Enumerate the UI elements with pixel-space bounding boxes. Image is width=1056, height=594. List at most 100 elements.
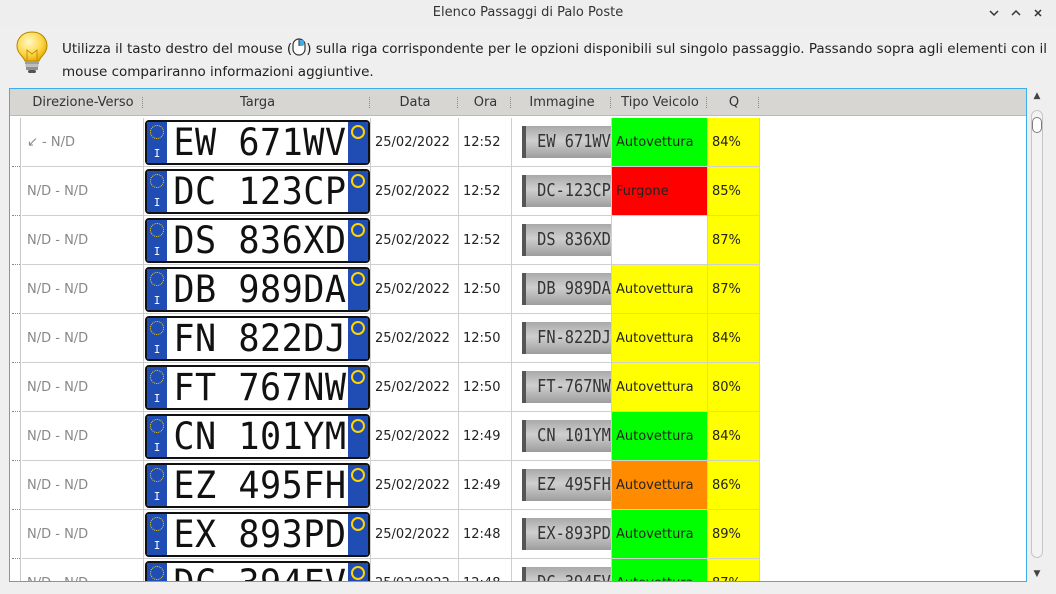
row-gutter (10, 412, 21, 461)
eu-band: I (147, 122, 167, 163)
eu-band: I (147, 563, 167, 581)
eu-band: I (147, 269, 167, 310)
plate-crop-image[interactable]: CN 101YM (522, 420, 611, 452)
year-circle-icon (351, 174, 365, 188)
country-code: I (153, 392, 161, 405)
table-row[interactable]: N/D - N/DI DC 394FV 25/02/202212:48 DC 394F… (10, 559, 1026, 581)
plate-crop-image[interactable]: DC-123CP (522, 175, 611, 207)
vertical-scrollbar[interactable]: ▲ ▼ (1028, 88, 1046, 584)
date-cell: 25/02/2022 (371, 167, 459, 216)
license-plate: I DB 989DA (145, 267, 370, 312)
image-cell: DB 989DA (512, 265, 612, 314)
plate-crop-image[interactable]: EX-893PD (522, 518, 611, 550)
year-circle-icon (351, 566, 365, 580)
plate-crop-image[interactable]: EW 671WV (522, 126, 611, 158)
plate-crop-image[interactable]: FT-767NW (522, 371, 611, 403)
scrollbar-track[interactable] (1031, 110, 1043, 558)
plate-number: EX 893PD (173, 513, 347, 556)
row-gutter (10, 216, 21, 265)
year-band (348, 367, 368, 408)
table-row[interactable]: N/D - N/D I FT 767NW 25/02/2022 12:50 FT-767N… (10, 363, 1026, 412)
eu-band: I (147, 416, 167, 457)
plate-crop-image[interactable]: EZ 495FH (522, 469, 611, 501)
eu-band: I (147, 318, 167, 359)
year-circle-icon (351, 272, 365, 286)
direction-cell: N/D - N/D (22, 559, 144, 581)
direction-cell: N/D - N/D (22, 412, 144, 461)
close-button[interactable] (1030, 5, 1046, 21)
eu-stars-icon (150, 566, 164, 580)
image-cell: FT-767NW (512, 363, 612, 412)
col-header-ora[interactable]: Ora (459, 89, 512, 116)
date-cell: 25/02/2022 (371, 118, 459, 167)
chevron-down-icon (989, 10, 999, 17)
year-band (348, 122, 368, 163)
country-code: I (153, 147, 161, 160)
table-row[interactable]: N/D - N/D I EZ 495FH 25/02/2022 12:49 EZ 495F… (10, 461, 1026, 510)
table-row[interactable]: N/D - N/D I DB 989DA 25/02/2022 12:50 DB 989D… (10, 265, 1026, 314)
scroll-down-button[interactable]: ▼ (1031, 568, 1043, 580)
quality-cell: 87% (708, 216, 760, 265)
col-header-tipo-veicolo[interactable]: Tipo Veicolo (612, 89, 708, 116)
vehicle-type-cell: Furgone (612, 167, 708, 216)
plate-crop-image[interactable]: DC 394FV (522, 567, 611, 581)
plate-cell: I EW 671WV (144, 118, 371, 167)
direction-cell: N/D - N/D (22, 216, 144, 265)
direction-cell: N/D - N/D (22, 510, 144, 559)
plate-crop-image[interactable]: DS 836XD (522, 224, 611, 256)
table-row[interactable]: N/D - N/D I CN 101YM 25/02/2022 12:49 CN 101Y… (10, 412, 1026, 461)
plate-cell: I CN 101YM (144, 412, 371, 461)
scroll-up-button[interactable]: ▲ (1031, 90, 1043, 102)
license-plate: I CN 101YM (145, 414, 370, 459)
row-gutter (10, 510, 21, 559)
col-header-direzione[interactable]: Direzione-Verso (22, 89, 144, 116)
quality-cell: 80% (708, 363, 760, 412)
eu-stars-icon (150, 468, 164, 482)
col-header-q[interactable]: Q (708, 89, 760, 116)
table-row[interactable]: N/D - N/D I FN 822DJ 25/02/2022 12:50 FN-822D… (10, 314, 1026, 363)
plate-crop-image[interactable]: FN-822DJ (522, 322, 611, 354)
quality-cell: 84% (708, 118, 760, 167)
plate-number: CN 101YM (173, 415, 347, 458)
direction-cell: N/D - N/D (22, 265, 144, 314)
plate-crop-text: CN 101YM (537, 425, 611, 446)
quality-cell: 85% (708, 167, 760, 216)
image-cell: EZ 495FH (512, 461, 612, 510)
plate-cell: I EX 893PD (144, 510, 371, 559)
year-circle-icon (351, 370, 365, 384)
year-band (348, 269, 368, 310)
quality-cell: 86% (708, 461, 760, 510)
time-cell: 12:49 (459, 461, 512, 510)
year-circle-icon (351, 223, 365, 237)
scrollbar-thumb[interactable] (1032, 117, 1042, 133)
country-code: I (153, 196, 161, 209)
license-plate: I DS 836XD (145, 218, 370, 263)
image-cell: CN 101YM (512, 412, 612, 461)
table-row[interactable]: ↙ - N/D I EW 671WV 25/02/2022 12:52 EW 671WV A… (10, 118, 1026, 167)
plate-number: DC 123CP (173, 170, 347, 213)
year-band (348, 318, 368, 359)
plate-crop-text: DB 989DA (537, 278, 611, 299)
table-row[interactable]: N/D - N/D I DC 123CP 25/02/2022 12:52 DC-123C… (10, 167, 1026, 216)
eu-band: I (147, 514, 167, 555)
col-header-immagine[interactable]: Immagine (512, 89, 612, 116)
date-cell: 25/02/2022 (371, 559, 459, 581)
passages-table[interactable]: Direzione-Verso Targa Data Ora Immagine … (9, 88, 1027, 582)
col-resize-handle[interactable] (758, 97, 760, 108)
date-cell: 25/02/2022 (371, 314, 459, 363)
col-header-targa[interactable]: Targa (144, 89, 371, 116)
plate-crop-text: EW 671WV (537, 131, 611, 152)
year-band (348, 171, 368, 212)
plate-number: EZ 495FH (173, 464, 347, 507)
plate-crop-image[interactable]: DB 989DA (522, 273, 611, 305)
minimize-button[interactable] (986, 5, 1002, 21)
plate-crop-text: FN-822DJ (537, 327, 611, 348)
table-row[interactable]: N/D - N/D I DS 836XD 25/02/2022 12:52 DS 836X… (10, 216, 1026, 265)
maximize-button[interactable] (1008, 5, 1024, 21)
quality-cell: 84% (708, 412, 760, 461)
license-plate: I DC 123CP (145, 169, 370, 214)
table-row[interactable]: N/D - N/D I EX 893PD 25/02/2022 12:48 EX-893P… (10, 510, 1026, 559)
eu-band: I (147, 367, 167, 408)
image-cell: DS 836XD (512, 216, 612, 265)
col-header-data[interactable]: Data (371, 89, 459, 116)
